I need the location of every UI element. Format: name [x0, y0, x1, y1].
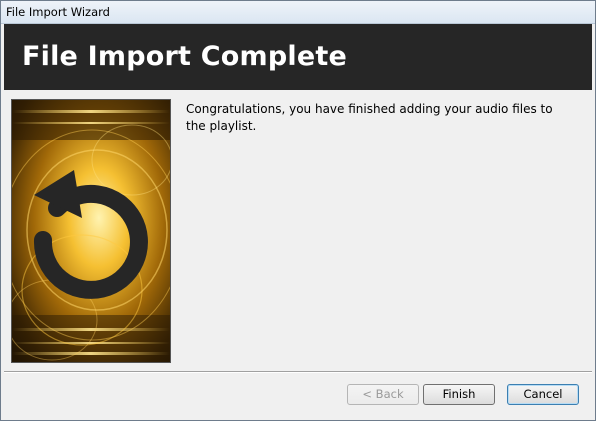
back-button[interactable]: < Back [347, 384, 419, 405]
window-title: File Import Wizard [6, 5, 110, 19]
page-title: File Import Complete [22, 41, 347, 72]
wizard-header: File Import Complete [4, 24, 592, 90]
finish-button[interactable]: Finish [423, 384, 495, 405]
title-bar[interactable]: File Import Wizard [1, 1, 595, 24]
cancel-button[interactable]: Cancel [507, 384, 579, 405]
refresh-arrow-icon [12, 100, 170, 362]
completion-message: Congratulations, you have finished addin… [186, 102, 553, 133]
wizard-artwork [11, 99, 171, 363]
footer-divider [4, 371, 592, 373]
wizard-window: File Import Wizard File Import Complete [0, 0, 596, 421]
